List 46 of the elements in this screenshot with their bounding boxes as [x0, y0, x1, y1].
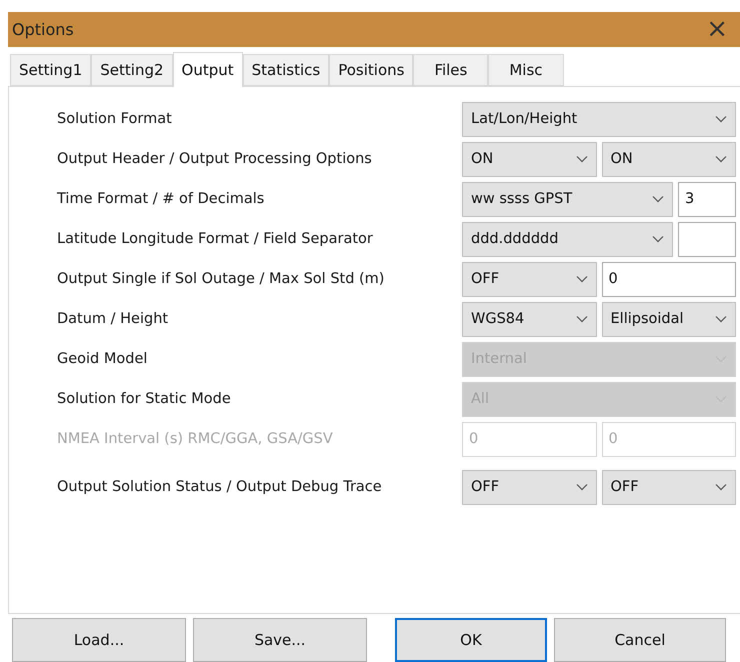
field-label: Solution for Static Mode	[57, 391, 232, 408]
chevron-down-icon	[715, 483, 727, 492]
close-button[interactable]: ×	[700, 16, 734, 42]
dialog-button[interactable]: Save...	[193, 618, 367, 662]
chevron-down-icon	[652, 235, 664, 244]
input-field[interactable]: 3	[678, 182, 736, 217]
field-label: Geoid Model	[57, 351, 148, 368]
dropdown[interactable]: WGS84	[462, 302, 596, 337]
dropdown[interactable]: ww ssss GPST	[462, 182, 673, 217]
field-label: Output Single if Sol Outage / Max Sol Std (m)	[57, 271, 386, 288]
dropdown[interactable]: ON	[602, 142, 736, 177]
input-field[interactable]: 0	[602, 262, 736, 297]
chevron-down-icon	[652, 195, 664, 204]
input-field[interactable]	[678, 222, 736, 257]
dropdown[interactable]: OFF	[602, 470, 736, 505]
dropdown[interactable]: ON	[462, 142, 596, 177]
dropdown[interactable]: Ellipsoidal	[602, 302, 736, 337]
dropdown[interactable]: OFF	[462, 470, 596, 505]
dropdown[interactable]: ddd.dddddd	[462, 222, 673, 257]
dropdown[interactable]: Lat/Lon/Height	[462, 102, 736, 137]
dialog-button[interactable]: OK	[395, 618, 547, 662]
dialog-button[interactable]: Load...	[12, 618, 186, 662]
tab[interactable]: Misc	[488, 54, 564, 86]
field-label: Output Header / Output Processing Options	[57, 151, 373, 168]
dialog-button[interactable]: Cancel	[554, 618, 726, 662]
tab[interactable]: Setting2	[91, 54, 173, 86]
field-label: Output Solution Status / Output Debug Trace	[57, 479, 383, 496]
dropdown[interactable]: OFF	[462, 262, 596, 297]
field-label: Solution Format	[57, 111, 173, 128]
field-label: Time Format / # of Decimals	[57, 191, 266, 208]
tab[interactable]: Statistics	[242, 54, 330, 86]
chevron-down-icon	[576, 483, 588, 492]
chevron-down-icon	[576, 275, 588, 284]
chevron-down-icon	[576, 155, 588, 164]
tab[interactable]: Setting1	[10, 54, 92, 86]
window-title: Options	[12, 20, 74, 39]
field-label: Datum / Height	[57, 311, 170, 328]
chevron-down-icon	[715, 315, 727, 324]
tab[interactable]: Files	[413, 54, 488, 86]
field-label: Latitude Longitude Format / Field Separator	[57, 231, 374, 248]
tab[interactable]: Output	[172, 52, 243, 87]
chevron-down-icon	[715, 115, 727, 124]
chevron-down-icon	[715, 155, 727, 164]
chevron-down-icon	[576, 315, 588, 324]
field-label: NMEA Interval (s) RMC/GGA, GSA/GSV	[57, 431, 334, 448]
tab[interactable]: Positions	[329, 54, 414, 86]
